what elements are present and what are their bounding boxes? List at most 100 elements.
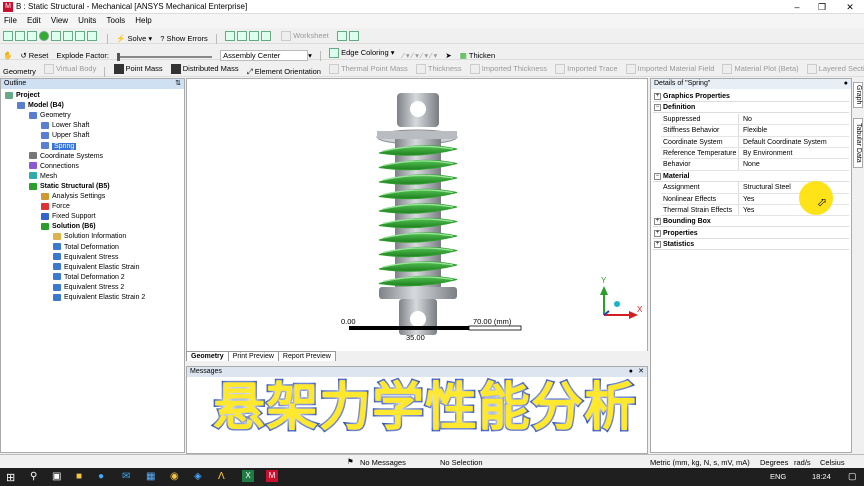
export-icon[interactable] xyxy=(87,30,97,41)
outline-item[interactable]: Model (B4) xyxy=(17,101,64,111)
table-icon[interactable] xyxy=(75,30,85,41)
details-row[interactable]: Behavior None xyxy=(661,159,849,171)
tab-report-preview[interactable]: Report Preview xyxy=(277,351,336,361)
context-imported-trace[interactable]: Imported Trace xyxy=(552,61,620,76)
edge-coloring-button[interactable]: Edge Coloring ▾ xyxy=(326,46,397,59)
tab-tabular-data[interactable]: Tabular Data xyxy=(853,118,863,168)
image-icon[interactable] xyxy=(248,30,259,41)
outline-item[interactable]: Force xyxy=(41,202,70,212)
context-imported-thickness[interactable]: Imported Thickness xyxy=(467,61,550,76)
pin-icon[interactable]: ⇅ xyxy=(175,79,181,89)
context-point-mass[interactable]: Point Mass xyxy=(111,61,166,76)
status-messages[interactable]: No Messages xyxy=(360,458,406,467)
tab-geometry[interactable]: Geometry xyxy=(186,351,229,361)
outline-item[interactable]: Total Deformation xyxy=(53,243,119,253)
save-icon[interactable] xyxy=(27,30,37,41)
details-group[interactable]: − Definition xyxy=(653,102,849,114)
outline-item[interactable]: Fixed Support xyxy=(41,212,96,222)
search-icon[interactable]: ⚲ xyxy=(30,471,37,482)
graph-icon[interactable] xyxy=(63,30,73,41)
expand-icon[interactable]: + xyxy=(654,229,661,237)
details-value[interactable]: Yes xyxy=(741,205,754,216)
close-icon[interactable]: ✕ xyxy=(638,367,644,377)
details-row[interactable]: Stiffness Behavior Flexible xyxy=(661,125,849,137)
collapse-icon[interactable]: − xyxy=(654,172,661,180)
outline-item[interactable]: Upper Shaft xyxy=(41,131,89,141)
check-icon[interactable] xyxy=(39,30,49,41)
details-value[interactable]: By Environment xyxy=(741,148,792,159)
new-icon[interactable] xyxy=(3,30,13,41)
clock[interactable]: 18:24 xyxy=(812,472,831,481)
thicken-button[interactable]: ▦ Thicken xyxy=(457,49,498,62)
details-group[interactable]: + Graphics Properties xyxy=(653,91,849,102)
details-value[interactable]: Yes xyxy=(741,194,754,205)
status-rads[interactable]: rad/s xyxy=(794,458,811,467)
context-element-orientation[interactable]: ⤢ Element Orientation xyxy=(244,64,324,79)
outline-item[interactable]: Equivalent Elastic Strain 2 xyxy=(53,293,145,303)
expand-icon[interactable]: + xyxy=(654,93,661,100)
minimize-icon[interactable]: – xyxy=(790,1,804,13)
context-layered-section[interactable]: Layered Section xyxy=(804,61,864,76)
menu-help[interactable]: Help xyxy=(131,14,155,27)
outline-item[interactable]: Solution Information xyxy=(53,232,126,242)
edge-extra-icon[interactable]: ∕ xyxy=(430,51,431,60)
menu-units[interactable]: Units xyxy=(74,14,100,27)
excel-icon[interactable]: X xyxy=(242,470,254,482)
store-icon[interactable]: ▦ xyxy=(146,471,155,482)
restore-icon[interactable]: ❐ xyxy=(815,1,829,13)
outline-item[interactable]: Geometry xyxy=(29,111,71,121)
reset-button[interactable]: ↺ Reset xyxy=(17,49,51,62)
comment-icon[interactable] xyxy=(236,30,247,41)
chrome-icon[interactable]: ◉ xyxy=(170,471,179,482)
tab-graph[interactable]: Graph xyxy=(853,82,863,108)
details-value[interactable]: None xyxy=(741,159,760,170)
mechanical-taskbar-icon[interactable]: M xyxy=(266,470,278,482)
details-group[interactable]: − Material xyxy=(653,171,849,182)
edge-tools[interactable]: ∕ ▾ ∕ ▾ ∕ ▾ ∕ ▾ xyxy=(400,49,441,62)
menu-edit[interactable]: Edit xyxy=(23,14,45,27)
select-icon[interactable] xyxy=(336,30,347,41)
details-group[interactable]: + Properties xyxy=(653,228,849,239)
status-units[interactable]: Metric (mm, kg, N, s, mV, mA) xyxy=(650,458,750,467)
task-view-icon[interactable]: ▣ xyxy=(52,471,61,482)
tab-print-preview[interactable]: Print Preview xyxy=(227,351,279,361)
hand-icon-button[interactable]: ✋ xyxy=(0,49,15,62)
context-material-plot[interactable]: Material Plot (Beta) xyxy=(719,61,801,76)
context-imported-material-field[interactable]: Imported Material Field xyxy=(623,61,718,76)
details-value[interactable]: Structural Steel xyxy=(741,182,791,193)
details-row[interactable]: Coordinate System Default Coordinate Syst… xyxy=(661,136,849,148)
outline-item[interactable]: Connections xyxy=(29,162,79,172)
pin-icon[interactable]: ● xyxy=(844,79,848,89)
status-celsius[interactable]: Celsius xyxy=(820,458,845,467)
lower-spring-seat[interactable] xyxy=(379,287,457,299)
outline-item[interactable]: Lower Shaft xyxy=(41,121,89,131)
menu-file[interactable]: File xyxy=(0,14,21,27)
probe-icon[interactable]: ➤ xyxy=(442,49,454,62)
tag-icon[interactable] xyxy=(348,30,359,41)
edge-width-icon[interactable]: ∕ xyxy=(412,51,413,60)
context-thickness[interactable]: Thickness xyxy=(413,61,465,76)
details-group[interactable]: + Statistics xyxy=(653,239,849,251)
section-icon[interactable] xyxy=(224,30,235,41)
context-thermal-point-mass[interactable]: Thermal Point Mass xyxy=(326,61,411,76)
windows-start-icon[interactable]: ⊞ xyxy=(6,471,15,484)
edge-display-icon[interactable]: ∕ xyxy=(403,51,404,60)
outline-item[interactable]: Analysis Settings xyxy=(41,192,105,202)
edge-style-icon[interactable]: ∕ xyxy=(421,51,422,60)
outline-item[interactable]: Coordinate Systems xyxy=(29,152,103,162)
close-icon[interactable]: ✕ xyxy=(843,1,857,13)
collapse-icon[interactable]: − xyxy=(654,104,661,112)
language-indicator[interactable]: ENG xyxy=(770,472,786,481)
edge-browser-icon[interactable]: ● xyxy=(98,471,104,482)
model-graphics[interactable]: 0.00 70.00 (mm) 35.00 Y X xyxy=(187,79,649,352)
details-row[interactable]: Suppressed No xyxy=(661,113,849,126)
status-degrees[interactable]: Degrees xyxy=(760,458,788,467)
toolbar-icons-mid[interactable] xyxy=(222,28,276,43)
details-value[interactable]: No xyxy=(741,114,752,125)
outline-item[interactable]: Total Deformation 2 xyxy=(53,273,125,283)
outline-item[interactable]: Equivalent Stress 2 xyxy=(53,283,124,293)
toolbar-icons-right[interactable] xyxy=(334,28,364,43)
details-value[interactable]: Default Coordinate System xyxy=(741,137,827,148)
context-distributed-mass[interactable]: Distributed Mass xyxy=(168,61,242,76)
slider-thumb[interactable] xyxy=(117,52,121,61)
